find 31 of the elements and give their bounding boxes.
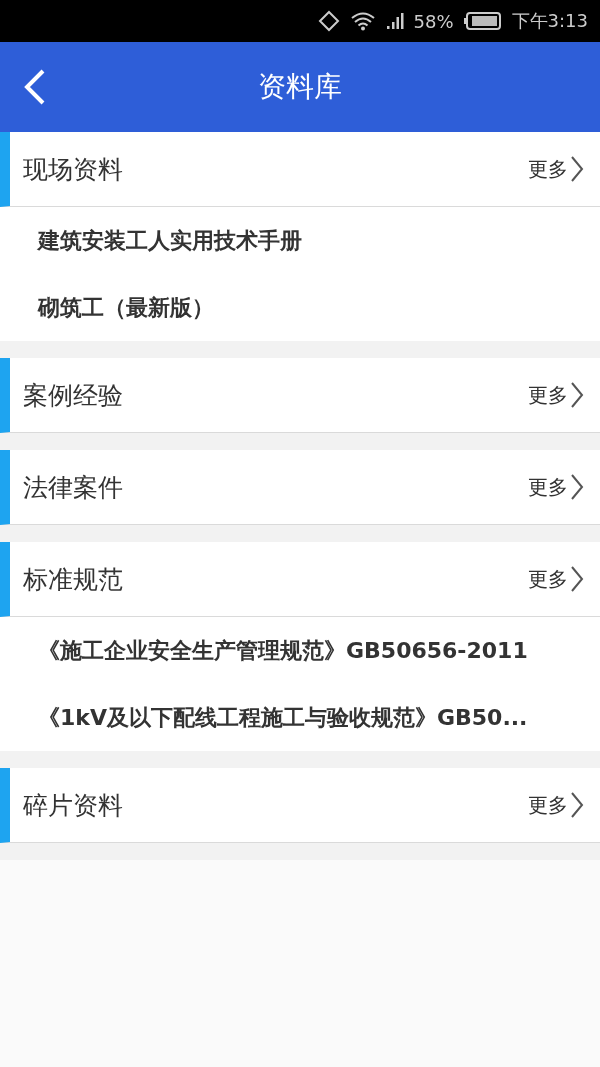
section-title: 案例经验 (23, 379, 124, 412)
more-link[interactable]: 更多 (528, 791, 568, 819)
section-header[interactable]: 现场资料 更多 (0, 132, 600, 207)
clock: 下午3:13 (511, 9, 588, 33)
chevron-right-icon (570, 155, 584, 183)
section-header[interactable]: 案例经验 更多 (0, 358, 600, 433)
chevron-right-icon (570, 381, 584, 409)
more-link[interactable]: 更多 (528, 381, 568, 409)
page-title: 资料库 (258, 69, 342, 105)
section-title: 法律案件 (23, 471, 124, 504)
more-link[interactable]: 更多 (528, 473, 568, 501)
document-item[interactable]: 《施工企业安全生产管理规范》GB50656-2011 (38, 617, 600, 684)
document-item[interactable]: 建筑安装工人实用技术手册 (38, 207, 600, 274)
battery-icon (463, 12, 502, 30)
signal-icon (385, 12, 404, 30)
more-link[interactable]: 更多 (528, 565, 568, 593)
document-item[interactable]: 《1kV及以下配线工程施工与验收规范》GB50... (38, 684, 600, 751)
section-header[interactable]: 碎片资料 更多 (0, 768, 600, 843)
section-title: 标准规范 (23, 563, 124, 596)
battery-percent: 58% (413, 10, 454, 32)
document-item[interactable]: 砌筑工（最新版） (38, 274, 600, 341)
section-header[interactable]: 法律案件 更多 (0, 450, 600, 525)
section-title: 现场资料 (23, 153, 124, 186)
section-title: 碎片资料 (23, 789, 124, 822)
chevron-right-icon (570, 565, 584, 593)
chevron-right-icon (570, 473, 584, 501)
more-link[interactable]: 更多 (528, 155, 568, 183)
back-button[interactable] (22, 68, 46, 106)
section-header[interactable]: 标准规范 更多 (0, 542, 600, 617)
chevron-right-icon (570, 791, 584, 819)
wifi-icon (349, 11, 376, 31)
